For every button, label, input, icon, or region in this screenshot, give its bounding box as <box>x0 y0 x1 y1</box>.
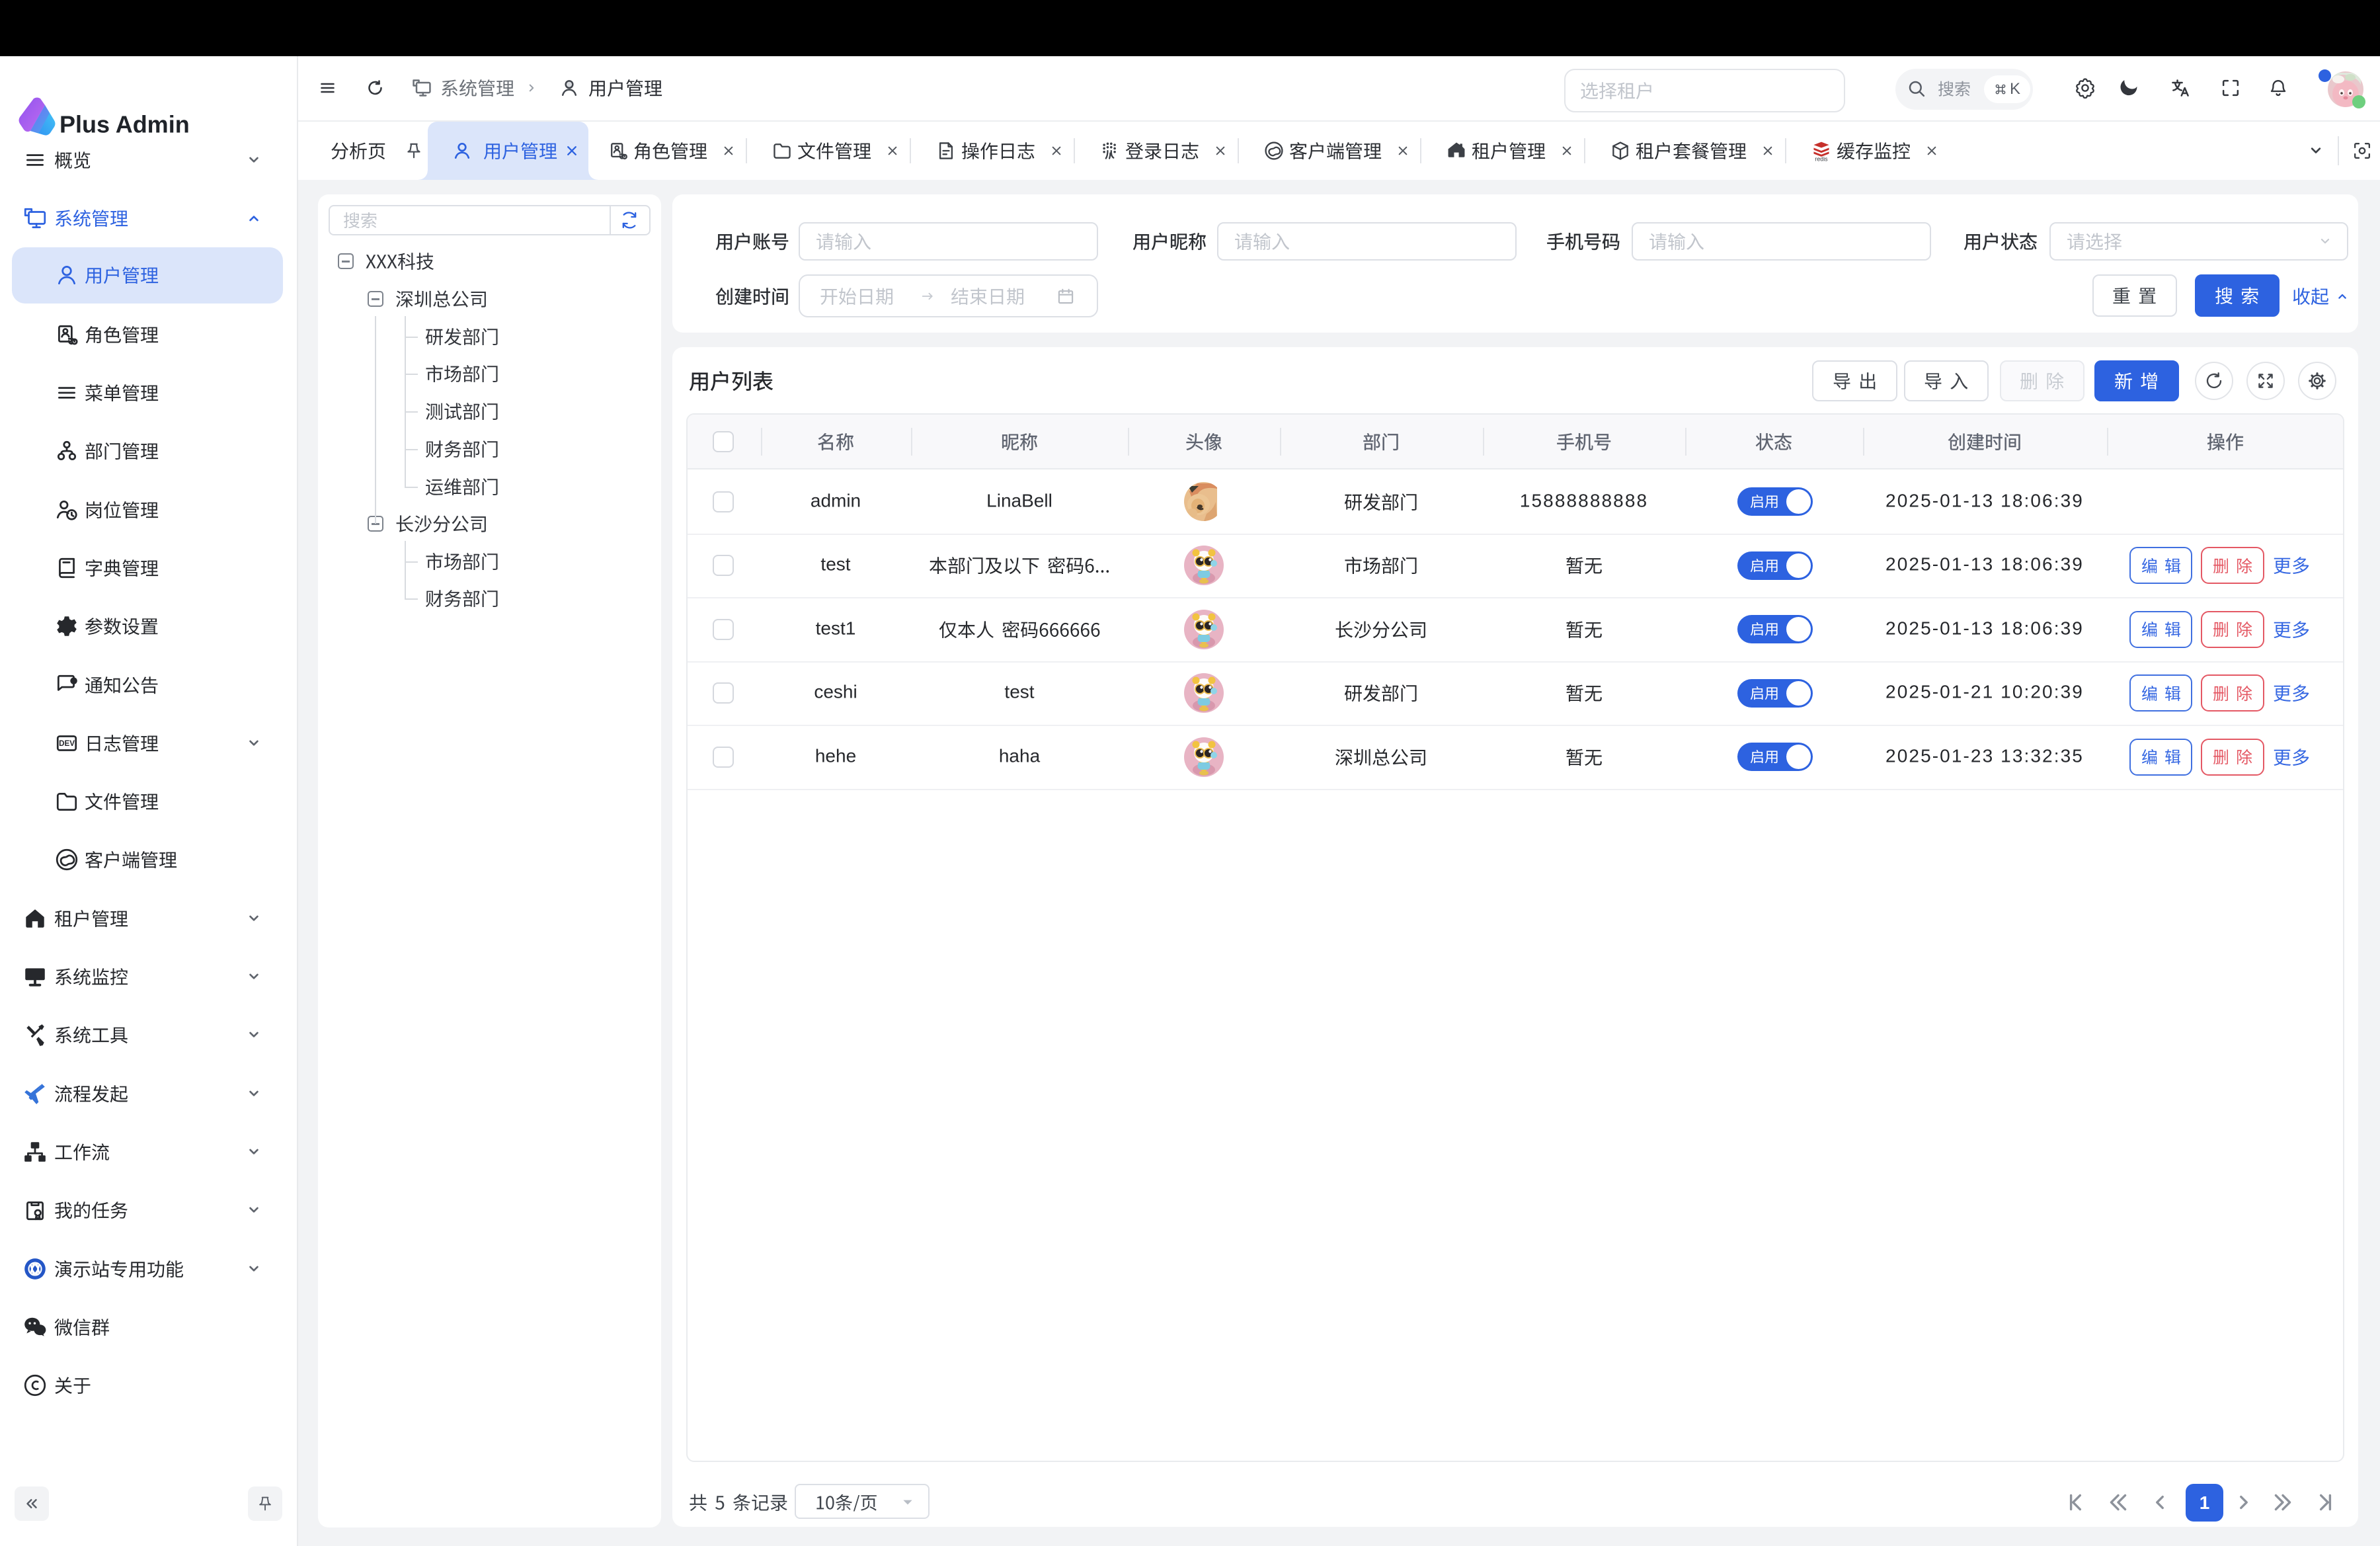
svg-text:redis: redis <box>1815 156 1828 161</box>
svg-text:DEV: DEV <box>59 739 75 748</box>
